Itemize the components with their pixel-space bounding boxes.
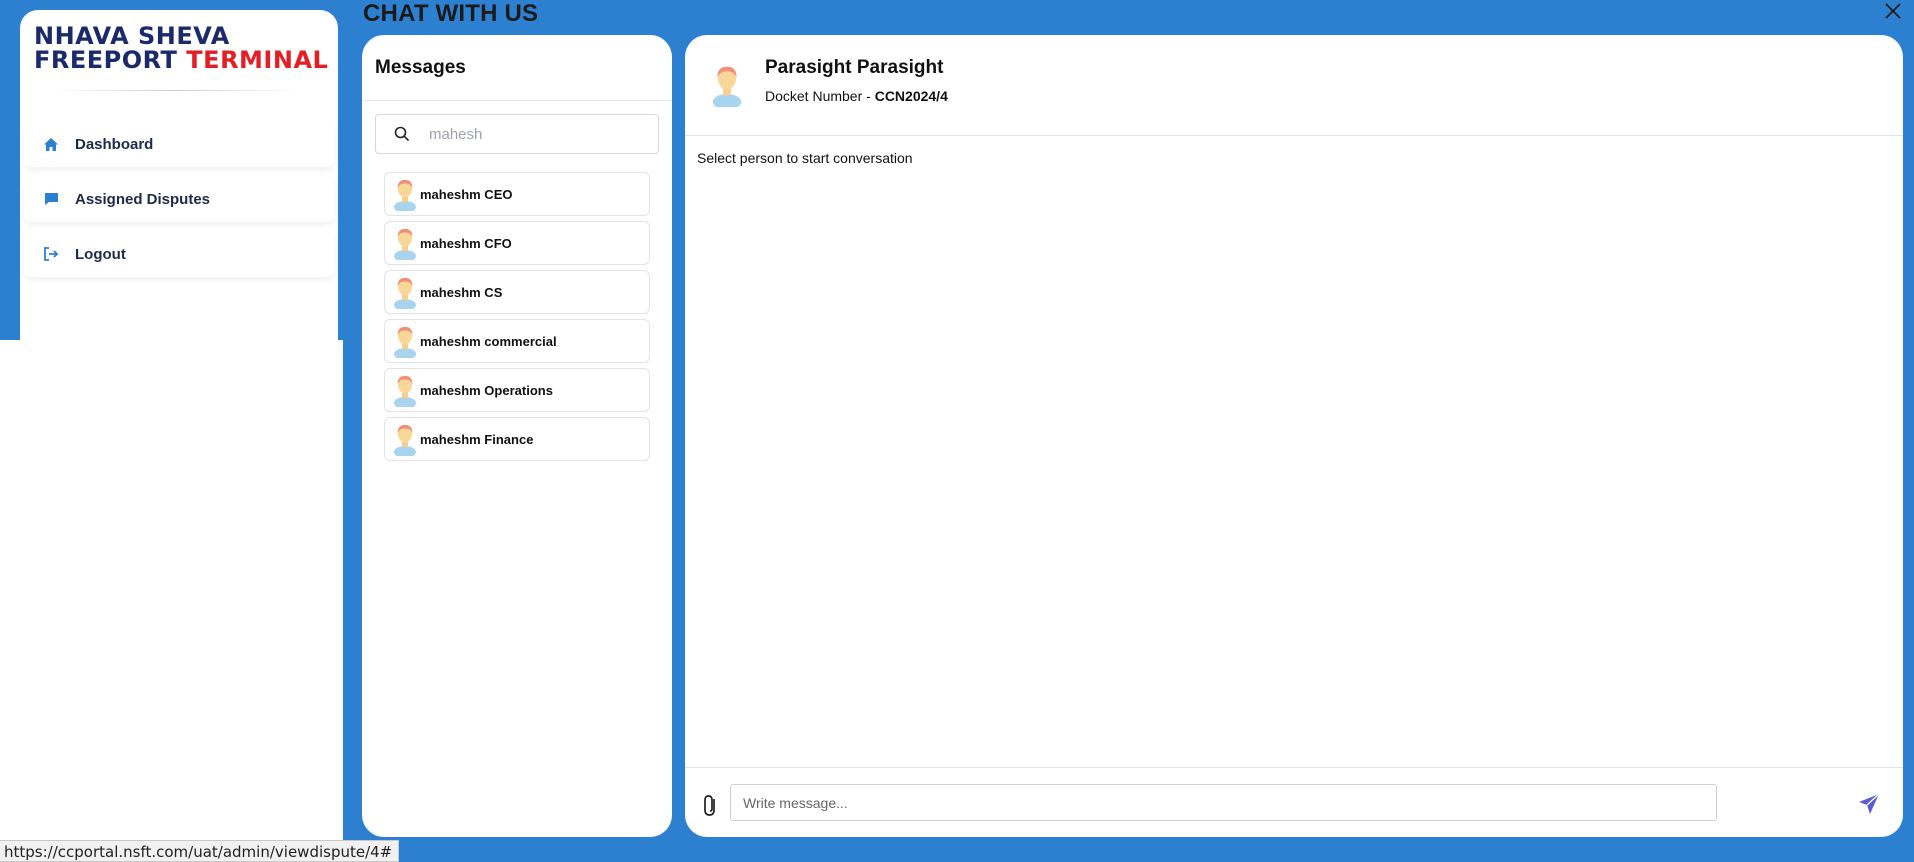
user-avatar-icon: [392, 324, 418, 360]
sidebar-item-label: Assigned Disputes: [75, 190, 211, 208]
user-avatar-icon: [392, 422, 418, 458]
chat-contact-name: Parasight Parasight: [765, 57, 944, 78]
user-avatar-icon: [709, 63, 745, 110]
status-bar-url: https://ccportal.nsft.com/uat/admin/view…: [0, 840, 400, 862]
conversation-placeholder: Select person to start conversation: [697, 150, 913, 166]
brand-logo[interactable]: NHAVA SHEVA FREEPORT TERMINAL: [34, 22, 329, 84]
message-input[interactable]: [730, 784, 1717, 821]
sidebar-item-logout[interactable]: Logout: [24, 231, 334, 277]
modal-title: CHAT WITH US: [363, 0, 539, 27]
contact-name: maheshm CFO: [420, 235, 512, 251]
paperclip-icon[interactable]: [701, 792, 721, 818]
contact-item[interactable]: maheshm commercial: [384, 319, 650, 363]
contact-name: maheshm Finance: [420, 431, 534, 447]
contact-item[interactable]: maheshm CS: [384, 270, 650, 314]
logo-line-2: FREEPORT TERMINAL: [34, 46, 329, 74]
sidebar-item-assigned-disputes[interactable]: Assigned Disputes: [24, 176, 334, 222]
sidebar-item-label: Dashboard: [75, 135, 154, 153]
divider: [362, 100, 672, 101]
sidebar: NHAVA SHEVA FREEPORT TERMINAL Dashboard …: [20, 10, 338, 862]
user-avatar-icon: [392, 226, 418, 262]
logout-icon: [42, 245, 60, 263]
send-icon[interactable]: [1857, 792, 1881, 816]
chat-panel: Parasight Parasight Docket Number - CCN2…: [685, 35, 1903, 837]
chat-footer: [685, 767, 1903, 837]
contact-item[interactable]: maheshm CEO: [384, 172, 650, 216]
contact-name: maheshm Operations: [420, 382, 553, 398]
logo-terminal: TERMINAL: [186, 46, 329, 74]
search-input[interactable]: [429, 125, 629, 143]
chat-header: Parasight Parasight Docket Number - CCN2…: [685, 35, 1903, 136]
docket-number: Docket Number - CCN2024/4: [765, 88, 948, 104]
messages-title: Messages: [375, 57, 466, 78]
messages-panel: Messages maheshm CEO maheshm CFO maheshm…: [362, 35, 672, 837]
logo-divider: [50, 90, 300, 91]
logo-line-1: NHAVA SHEVA: [34, 22, 230, 50]
search-icon: [393, 125, 411, 143]
docket-label: Docket Number -: [765, 88, 875, 104]
contact-name: maheshm commercial: [420, 333, 557, 349]
docket-value: CCN2024/4: [874, 88, 948, 104]
contact-name: maheshm CS: [420, 284, 503, 300]
logo-freeport: FREEPORT: [34, 46, 187, 74]
sidebar-item-dashboard[interactable]: Dashboard: [24, 121, 334, 167]
sidebar-item-label: Logout: [75, 245, 126, 263]
user-avatar-icon: [392, 275, 418, 311]
chat-bubble-icon: [42, 190, 60, 208]
contact-item[interactable]: maheshm CFO: [384, 221, 650, 265]
close-icon[interactable]: [1882, 0, 1904, 22]
contact-item[interactable]: maheshm Operations: [384, 368, 650, 412]
user-avatar-icon: [392, 177, 418, 213]
search-box[interactable]: [375, 114, 659, 154]
contact-name: maheshm CEO: [420, 186, 513, 202]
user-avatar-icon: [392, 373, 418, 409]
contact-item[interactable]: maheshm Finance: [384, 417, 650, 461]
home-icon: [42, 135, 60, 153]
